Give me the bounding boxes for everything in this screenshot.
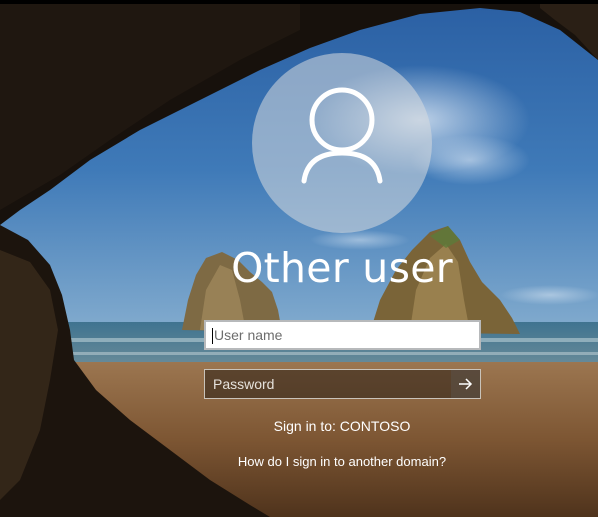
username-input[interactable] [204, 320, 481, 350]
page-title: Other user [231, 244, 453, 292]
user-avatar [252, 53, 432, 233]
sign-in-submit-button[interactable] [451, 370, 480, 398]
sign-in-domain-label: Sign in to: CONTOSO [273, 418, 411, 434]
arrow-right-icon [459, 378, 473, 390]
other-domain-help-link[interactable]: How do I sign in to another domain? [150, 454, 534, 469]
text-cursor [212, 328, 213, 344]
password-input[interactable] [205, 370, 452, 398]
password-field [204, 369, 481, 399]
user-silhouette-icon [301, 87, 383, 184]
